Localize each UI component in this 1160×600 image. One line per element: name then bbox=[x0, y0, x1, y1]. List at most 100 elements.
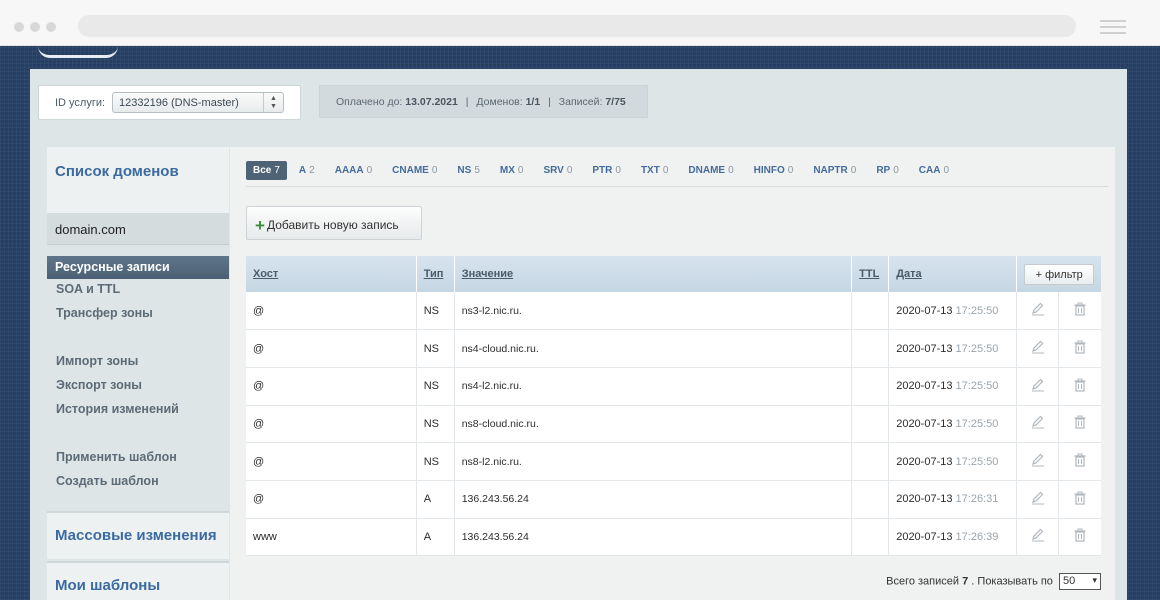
plus-icon: + bbox=[255, 216, 265, 235]
content-area: Все 7 A 2 AAAA 0 CNAME 0 NS 5 MX 0 SRV 0 PTR 0 TXT 0 DNAME… bbox=[230, 147, 1115, 600]
sidebar-bulk-changes-label: Массовые изменения bbox=[55, 527, 217, 544]
trash-icon[interactable] bbox=[1073, 528, 1087, 545]
cell-value: ns4-cloud.nic.ru. bbox=[454, 329, 853, 368]
type-filter-cname[interactable]: CNAME 0 bbox=[392, 165, 437, 176]
edit-pencil-icon[interactable] bbox=[1031, 340, 1045, 357]
cell-ttl bbox=[851, 292, 890, 330]
type-filter-ptr[interactable]: PTR 0 bbox=[592, 165, 621, 176]
paid-label: Оплачено до: bbox=[336, 96, 403, 108]
column-ttl[interactable]: TTL bbox=[851, 256, 890, 292]
trash-icon[interactable] bbox=[1073, 415, 1087, 432]
select-arrows-icon: ▲ ▼ bbox=[263, 93, 283, 112]
sidebar-item-apply-template[interactable]: Применить шаблон bbox=[56, 450, 177, 464]
trash-icon[interactable] bbox=[1073, 340, 1087, 357]
edit-pencil-icon[interactable] bbox=[1031, 453, 1045, 470]
table-row: www A 136.243.56.24 2020-07-13 17:26:39 bbox=[246, 518, 1101, 556]
per-page-label: . Показывать по bbox=[971, 575, 1053, 588]
edit-pencil-icon[interactable] bbox=[1031, 415, 1045, 432]
sidebar-item-label: Ресурсные записи bbox=[55, 260, 170, 274]
sidebar-item-zone-transfer[interactable]: Трансфер зоны bbox=[56, 306, 153, 320]
date-value: 2020-07-13 bbox=[896, 417, 953, 430]
domains-label: Доменов: bbox=[476, 96, 523, 108]
trash-icon[interactable] bbox=[1073, 491, 1087, 508]
sidebar-item-soa-ttl[interactable]: SOA и TTL bbox=[56, 282, 120, 296]
edit-pencil-icon[interactable] bbox=[1031, 491, 1045, 508]
type-filter-label: NAPTR bbox=[813, 164, 848, 176]
type-filter-aaaa[interactable]: AAAA 0 bbox=[335, 165, 372, 176]
type-filter-srv[interactable]: SRV 0 bbox=[543, 165, 572, 176]
type-filter-ns[interactable]: NS 5 bbox=[457, 165, 479, 176]
time-value: 17:26:31 bbox=[955, 493, 999, 506]
type-filter-label: CAA bbox=[918, 164, 941, 176]
type-filter-count: 0 bbox=[615, 164, 621, 176]
type-filter-a[interactable]: A2 bbox=[299, 165, 315, 176]
type-filter-все[interactable]: Все 7 bbox=[246, 160, 287, 180]
menu-icon[interactable] bbox=[1100, 20, 1126, 38]
edit-cell bbox=[1016, 367, 1060, 406]
type-filter-mx[interactable]: MX 0 bbox=[500, 165, 524, 176]
delete-cell bbox=[1059, 367, 1101, 405]
edit-pencil-icon[interactable] bbox=[1031, 528, 1045, 545]
domains-value: 1/1 bbox=[525, 96, 541, 108]
trash-icon[interactable] bbox=[1073, 378, 1087, 395]
type-filter-label: CNAME bbox=[392, 164, 429, 176]
type-filter-label: DNAME bbox=[688, 164, 726, 176]
edit-pencil-icon[interactable] bbox=[1031, 378, 1045, 395]
column-type[interactable]: Тип bbox=[416, 256, 455, 292]
sidebar-bulk-changes[interactable]: Массовые изменения bbox=[47, 511, 229, 559]
sidebar-item-export-zone[interactable]: Экспорт зоны bbox=[56, 378, 142, 392]
window-close-dot[interactable] bbox=[14, 22, 24, 32]
trash-icon[interactable] bbox=[1073, 453, 1087, 470]
table-row: @ NS ns3-l2.nic.ru. 2020-07-13 17:25:50 bbox=[246, 292, 1101, 330]
sidebar-item-resource-records[interactable]: Ресурсные записи bbox=[47, 256, 229, 279]
column-date[interactable]: Дата bbox=[888, 256, 1018, 292]
chevron-down-icon: ▾ bbox=[1092, 575, 1097, 585]
address-bar[interactable] bbox=[78, 15, 1076, 37]
table-header-row: Хост Тип Значение TTL Дата + фильтр bbox=[246, 256, 1101, 292]
type-filter-count: 0 bbox=[850, 164, 857, 176]
window-maximize-dot[interactable] bbox=[46, 22, 56, 32]
add-record-label: Добавить новую запись bbox=[266, 218, 399, 232]
add-record-button[interactable]: + Добавить новую запись bbox=[246, 206, 422, 240]
sidebar-domain[interactable]: domain.com bbox=[47, 213, 229, 245]
column-host[interactable]: Хост bbox=[246, 256, 417, 292]
delete-cell bbox=[1059, 443, 1101, 481]
cell-value: ns3-l2.nic.ru. bbox=[454, 292, 853, 330]
total-records-label: Всего записей bbox=[886, 575, 960, 588]
type-filter-count: 0 bbox=[662, 164, 669, 176]
type-filter-hinfo[interactable]: HINFO 0 bbox=[754, 165, 794, 176]
type-filter-label: RP bbox=[876, 164, 891, 176]
cell-type: NS bbox=[416, 329, 455, 368]
trash-icon[interactable] bbox=[1073, 302, 1087, 319]
per-page-select[interactable]: 50 ▾ bbox=[1059, 573, 1101, 590]
sidebar-my-templates[interactable]: Мои шаблоны bbox=[47, 561, 229, 600]
type-filter-dname[interactable]: DNAME 0 bbox=[688, 165, 733, 176]
sidebar-title-domains[interactable]: Список доменов bbox=[55, 163, 179, 180]
service-select[interactable]: 12332196 (DNS-master) ▲ ▼ bbox=[112, 92, 284, 113]
edit-pencil-icon[interactable] bbox=[1031, 302, 1045, 319]
time-value: 17:26:39 bbox=[955, 530, 999, 543]
type-filter-label: SRV bbox=[543, 164, 564, 176]
sidebar-item-import-zone[interactable]: Импорт зоны bbox=[56, 354, 138, 368]
table-row: @ NS ns8-cloud.nic.ru. 2020-07-13 17:25:50 bbox=[246, 405, 1101, 443]
logo-swoosh-icon bbox=[38, 46, 118, 58]
column-value[interactable]: Значение bbox=[454, 256, 853, 292]
sidebar-item-create-template[interactable]: Создать шаблон bbox=[56, 474, 159, 488]
type-filter-txt[interactable]: TXT 0 bbox=[641, 165, 668, 176]
delete-cell bbox=[1059, 480, 1101, 518]
cell-host: @ bbox=[246, 367, 417, 406]
cell-date: 2020-07-13 17:26:39 bbox=[888, 518, 1018, 556]
type-filter-caa[interactable]: CAA 0 bbox=[919, 165, 949, 176]
type-filter-count: 0 bbox=[517, 164, 524, 176]
sidebar-item-change-history[interactable]: История изменений bbox=[56, 402, 179, 416]
filter-button[interactable]: + фильтр bbox=[1024, 263, 1095, 285]
browser-chrome bbox=[0, 0, 1160, 46]
date-value: 2020-07-13 bbox=[896, 493, 953, 506]
type-filter-rp[interactable]: RP 0 bbox=[876, 165, 898, 176]
type-filter-count: 0 bbox=[566, 164, 573, 176]
cell-ttl bbox=[851, 518, 890, 556]
type-filter-naptr[interactable]: NAPTR 0 bbox=[813, 165, 856, 176]
paid-value: 13.07.2021 bbox=[405, 96, 458, 108]
window-minimize-dot[interactable] bbox=[30, 22, 40, 32]
cell-type: A bbox=[416, 480, 455, 519]
